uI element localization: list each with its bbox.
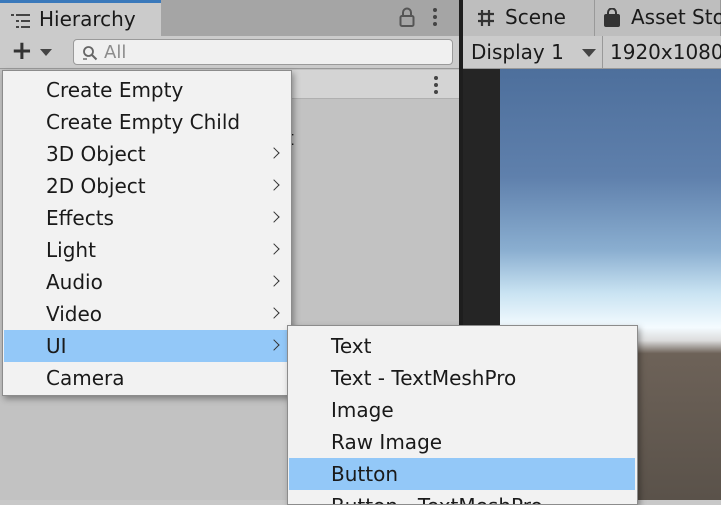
chevron-down-icon (40, 49, 52, 56)
chevron-right-icon (268, 243, 280, 255)
submenu-item-label: Image (331, 398, 394, 422)
hierarchy-list-icon (11, 14, 30, 28)
menu-item-label: Video (46, 302, 103, 326)
submenu-item-button-textmeshpro[interactable]: Button - TextMeshPro (289, 490, 635, 504)
menu-item-create-empty-child[interactable]: Create Empty Child (4, 106, 290, 138)
submenu-item-button[interactable]: Button (289, 458, 635, 490)
chevron-right-icon (268, 211, 280, 223)
grid-hash-icon (478, 10, 494, 26)
menu-item-2d-object[interactable]: 2D Object (4, 170, 290, 202)
chevron-down-icon (582, 49, 596, 57)
lock-icon[interactable] (399, 7, 415, 27)
submenu-item-image[interactable]: Image (289, 394, 635, 426)
submenu-item-raw-image[interactable]: Raw Image (289, 426, 635, 458)
menu-item-light[interactable]: Light (4, 234, 290, 266)
submenu-item-text-textmeshpro[interactable]: Text - TextMeshPro (289, 362, 635, 394)
hierarchy-tab-title: Hierarchy (39, 7, 136, 31)
menu-item-ui[interactable]: UI (4, 330, 290, 362)
submenu-item-label: Button - TextMeshPro (331, 490, 543, 504)
menu-item-label: UI (46, 334, 67, 358)
scene-tab-strip: Scene Asset Sto (463, 0, 721, 36)
submenu-item-label: Button (331, 462, 398, 486)
search-icon (83, 46, 98, 61)
plus-icon: + (11, 36, 33, 66)
display-select[interactable]: Display 1 (463, 36, 603, 68)
tab-asset-store[interactable]: Asset Sto (595, 0, 721, 36)
tab-asset-store-label: Asset Sto (631, 5, 721, 29)
tab-hierarchy[interactable]: Hierarchy (0, 0, 161, 36)
hierarchy-menu-icon[interactable] (433, 8, 437, 29)
menu-item-label: Create Empty Child (46, 110, 241, 134)
menu-item-camera[interactable]: Camera (4, 362, 290, 394)
tab-scene-label: Scene (505, 5, 566, 29)
menu-item-audio[interactable]: Audio (4, 266, 290, 298)
menu-item-create-empty[interactable]: Create Empty (4, 74, 290, 106)
menu-item-label: Light (46, 238, 96, 262)
ui-submenu: Text Text - TextMeshPro Image Raw Image … (287, 325, 638, 505)
menu-item-label: Effects (46, 206, 114, 230)
menu-item-3d-object[interactable]: 3D Object (4, 138, 290, 170)
chevron-right-icon (268, 147, 280, 159)
resolution-select[interactable]: 1920x1080 (610, 40, 721, 64)
search-input[interactable] (104, 42, 444, 62)
submenu-item-text[interactable]: Text (289, 330, 635, 362)
chevron-right-icon (268, 339, 280, 351)
menu-item-label: Audio (46, 270, 103, 294)
game-toolbar: Display 1 1920x1080 (463, 36, 721, 69)
menu-item-label: Create Empty (46, 78, 184, 102)
chevron-right-icon (268, 307, 280, 319)
scene-row-menu-icon[interactable] (434, 76, 438, 97)
shopping-bag-icon (604, 8, 620, 27)
chevron-right-icon (268, 275, 280, 287)
tab-scene[interactable]: Scene (463, 0, 595, 36)
hierarchy-tab-strip: Hierarchy (0, 0, 459, 36)
hierarchy-search[interactable] (73, 39, 453, 65)
add-object-button[interactable]: + (8, 36, 60, 66)
menu-item-effects[interactable]: Effects (4, 202, 290, 234)
menu-item-label: 3D Object (46, 142, 146, 166)
chevron-right-icon (268, 179, 280, 191)
menu-item-label: 2D Object (46, 174, 146, 198)
display-select-value: Display 1 (471, 40, 564, 64)
menu-item-label: Camera (46, 366, 125, 390)
submenu-item-label: Text (331, 334, 372, 358)
hierarchy-toolbar: + (0, 36, 459, 69)
create-context-menu: Create Empty Create Empty Child 3D Objec… (2, 70, 292, 396)
submenu-item-label: Text - TextMeshPro (331, 366, 517, 390)
submenu-item-label: Raw Image (331, 430, 443, 454)
menu-item-video[interactable]: Video (4, 298, 290, 330)
